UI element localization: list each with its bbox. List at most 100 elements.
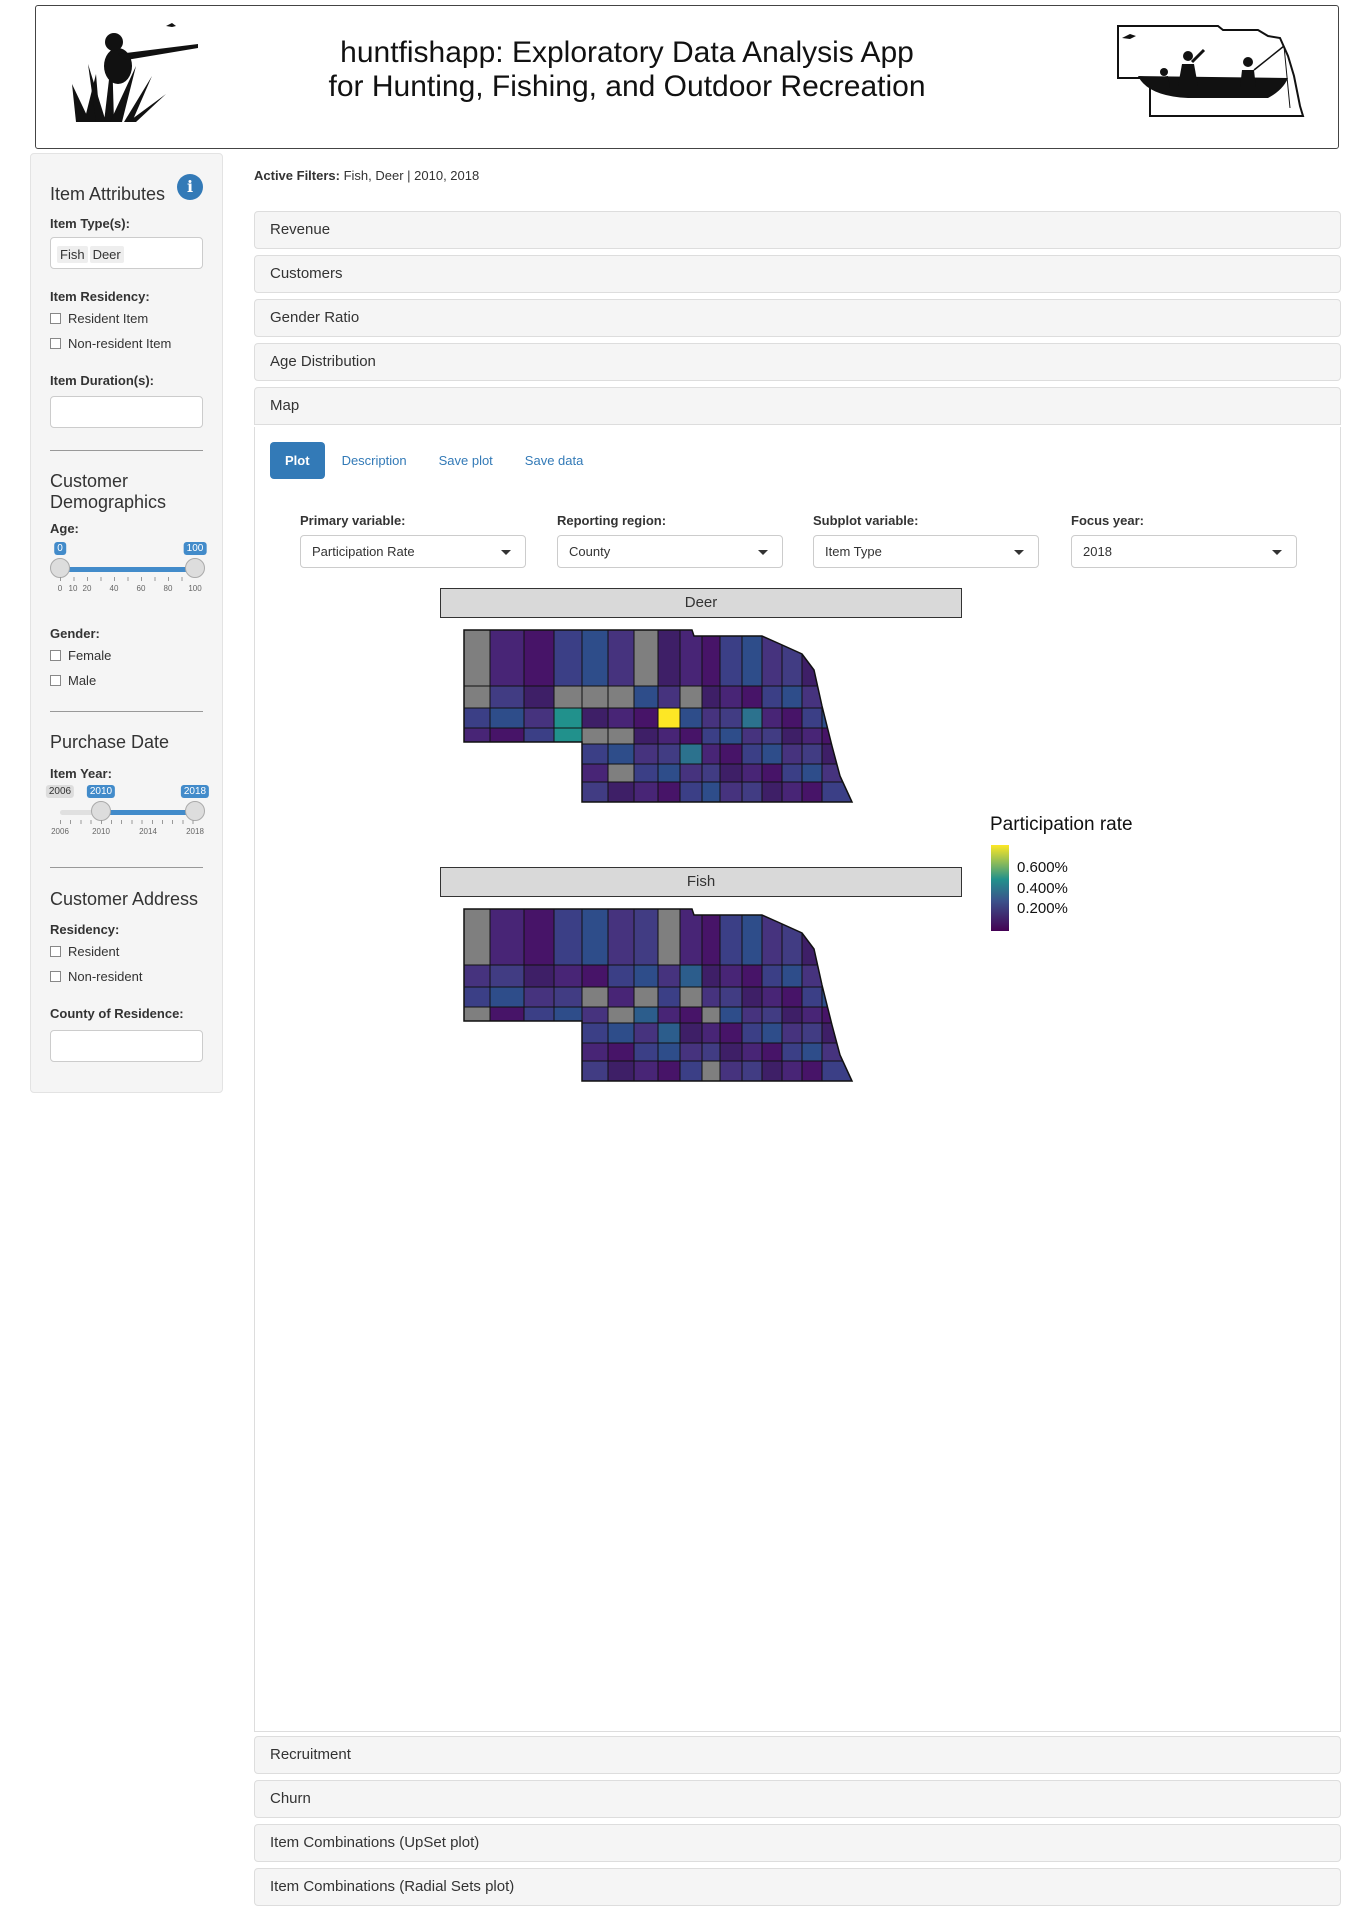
male-checkbox[interactable]: Male xyxy=(50,673,96,688)
county-cell xyxy=(489,1042,525,1062)
panel-age-distribution[interactable]: Age Distribution xyxy=(254,343,1341,381)
checkbox-box[interactable] xyxy=(50,313,61,324)
panel-gender-ratio[interactable]: Gender Ratio xyxy=(254,299,1341,337)
county-cell xyxy=(741,727,763,745)
county-cell xyxy=(701,986,721,1008)
tab-description[interactable]: Description xyxy=(327,442,422,479)
checkbox-box[interactable] xyxy=(50,946,61,957)
age-label: Age: xyxy=(50,521,79,536)
age-min-handle[interactable] xyxy=(50,558,70,578)
county-cell xyxy=(607,1042,635,1062)
county-cell xyxy=(607,763,635,783)
county-cell xyxy=(761,781,783,802)
county-cell xyxy=(761,1042,783,1062)
info-icon[interactable]: i xyxy=(177,174,203,200)
county-cell xyxy=(781,743,803,765)
customer-demographics-heading: Customer Demographics xyxy=(50,471,167,512)
item-duration-input[interactable] xyxy=(50,396,203,428)
item-duration-label: Item Duration(s): xyxy=(50,373,154,388)
county-cell xyxy=(761,727,783,745)
county-cell xyxy=(553,964,583,988)
checkbox-box[interactable] xyxy=(50,675,61,686)
panel-revenue[interactable]: Revenue xyxy=(254,211,1341,249)
item-type-chip[interactable]: Deer xyxy=(89,246,124,263)
panel-churn[interactable]: Churn xyxy=(254,1780,1341,1818)
county-cell xyxy=(581,986,609,1008)
county-cell xyxy=(821,630,852,687)
female-checkbox[interactable]: Female xyxy=(50,648,111,663)
caret-down-icon xyxy=(1272,550,1282,555)
item-type-chip[interactable]: Fish xyxy=(57,246,88,263)
county-cell xyxy=(633,727,659,745)
checkbox-box[interactable] xyxy=(50,650,61,661)
legend-title: Participation rate xyxy=(990,814,1133,835)
tick-label: 60 xyxy=(136,584,146,593)
county-cell xyxy=(657,1060,681,1081)
non-resident-checkbox[interactable]: Non-resident xyxy=(50,969,142,984)
county-cell xyxy=(781,781,803,802)
item-attributes-heading: Item Attributes xyxy=(50,184,166,204)
county-input[interactable] xyxy=(50,1030,203,1062)
county-cell xyxy=(633,743,659,765)
tab-save-data[interactable]: Save data xyxy=(510,442,599,479)
county-cell xyxy=(581,781,609,802)
resident-checkbox[interactable]: Resident xyxy=(50,944,119,959)
non-resident-item-checkbox[interactable]: Non-resident Item xyxy=(50,336,171,351)
county-cell xyxy=(761,986,783,1008)
primary-variable-dropdown[interactable]: Participation Rate xyxy=(300,535,526,568)
county-cell xyxy=(761,964,783,988)
purchase-date-heading: Purchase Date xyxy=(50,732,170,752)
resident-item-checkbox[interactable]: Resident Item xyxy=(50,311,148,326)
reporting-region-dropdown[interactable]: County xyxy=(557,535,783,568)
item-year-slider[interactable]: 2006 2010 2018 2006 2010 2014 2018 xyxy=(45,785,210,841)
age-max-handle[interactable] xyxy=(185,558,205,578)
county-cell xyxy=(489,763,525,783)
county-cell xyxy=(523,909,555,966)
checkbox-box[interactable] xyxy=(50,971,61,982)
county-cell xyxy=(781,986,803,1008)
county-cell xyxy=(581,630,609,687)
county-cell xyxy=(464,1060,491,1081)
panel-customers[interactable]: Customers xyxy=(254,255,1341,293)
item-type-selectize[interactable]: Fish Deer xyxy=(50,237,203,269)
slider-bar xyxy=(101,810,195,815)
panel-radial-sets-plot[interactable]: Item Combinations (Radial Sets plot) xyxy=(254,1868,1341,1906)
checkbox-box[interactable] xyxy=(50,338,61,349)
item-type-label: Item Type(s): xyxy=(50,216,130,231)
year-from-handle[interactable] xyxy=(91,801,111,821)
gender-label: Gender: xyxy=(50,626,100,641)
subplot-variable-dropdown[interactable]: Item Type xyxy=(813,535,1039,568)
tab-plot[interactable]: Plot xyxy=(270,442,325,479)
county-cell xyxy=(657,685,681,709)
county-cell xyxy=(719,781,743,802)
age-slider[interactable]: 0 100 0 10 20 40 60 80 100 xyxy=(50,542,207,598)
county-cell xyxy=(719,727,743,745)
residency-label: Residency: xyxy=(50,922,120,937)
county-cell xyxy=(719,986,743,1008)
county-cell xyxy=(821,1006,852,1024)
county-cell xyxy=(761,1060,783,1081)
sidebar-divider xyxy=(50,711,203,712)
county-cell xyxy=(657,763,681,783)
county-cell xyxy=(679,743,703,765)
county-cell xyxy=(464,964,491,988)
county-cell xyxy=(741,964,763,988)
county-cell xyxy=(741,685,763,709)
tab-save-plot[interactable]: Save plot xyxy=(424,442,508,479)
year-to-handle[interactable] xyxy=(185,801,205,821)
year-range-min: 2006 xyxy=(45,785,75,798)
county-cell xyxy=(761,763,783,783)
focus-year-dropdown[interactable]: 2018 xyxy=(1071,535,1297,568)
county-cell xyxy=(657,727,681,745)
county-cell xyxy=(781,964,803,988)
county-cell xyxy=(719,1060,743,1081)
tick-label: 2006 xyxy=(51,827,69,836)
county-cell xyxy=(633,781,659,802)
panel-map[interactable]: Map xyxy=(254,387,1341,425)
active-filters: Active Filters: Fish, Deer | 2010, 2018 xyxy=(254,168,480,183)
panel-recruitment[interactable]: Recruitment xyxy=(254,1736,1341,1774)
county-cell xyxy=(633,909,659,966)
nebraska-boat-logo xyxy=(1108,16,1308,131)
county-cell xyxy=(657,707,681,729)
panel-upset-plot[interactable]: Item Combinations (UpSet plot) xyxy=(254,1824,1341,1862)
